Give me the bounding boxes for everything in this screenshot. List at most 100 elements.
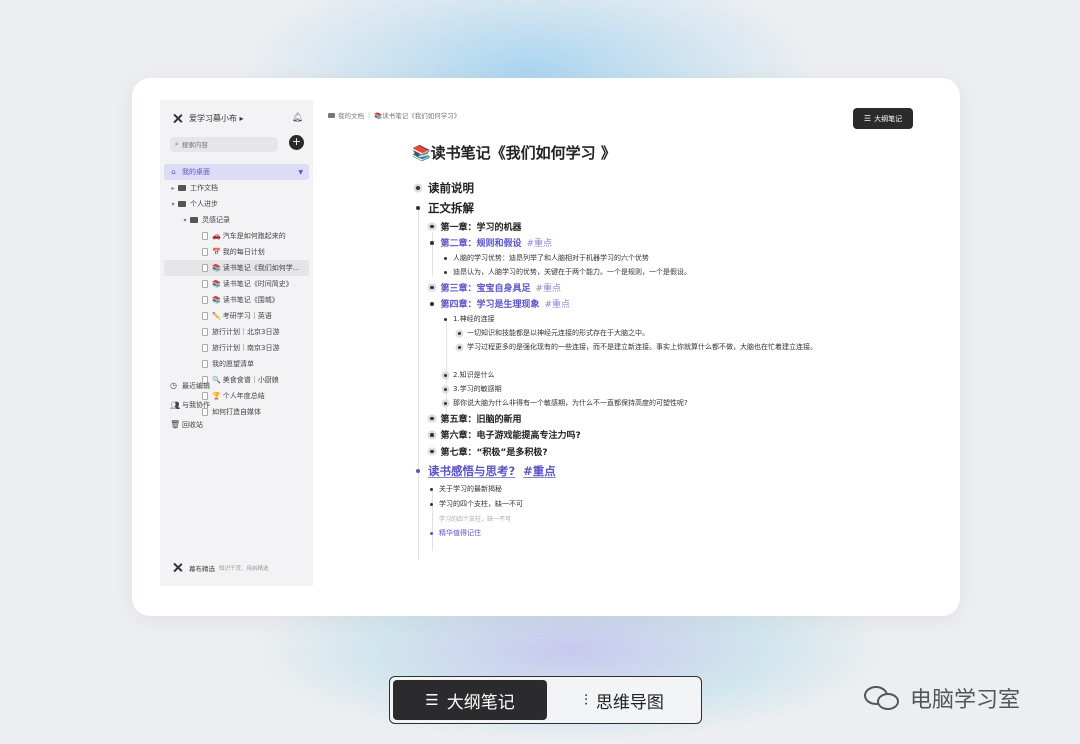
tab-mindmap[interactable]: ⫶ 思维导图 xyxy=(547,677,701,723)
sidebar-item-inspiration[interactable]: ▾ 灵感记录 xyxy=(164,212,309,228)
outline-node[interactable]: 正文拆解 xyxy=(412,198,852,218)
bullet-icon[interactable] xyxy=(458,331,461,335)
outline-text[interactable]: 第六章：电子游戏能提高专注力吗? xyxy=(441,428,581,441)
search-input[interactable] xyxy=(181,140,272,149)
tag-label[interactable]: #重点 xyxy=(527,236,553,249)
bullet-icon[interactable] xyxy=(430,487,433,491)
bullet-icon[interactable] xyxy=(430,416,434,420)
outline-text[interactable]: 第五章：旧脑的新用 xyxy=(441,412,522,425)
outline-text[interactable]: 第七章：“积极”是多积极? xyxy=(441,445,548,458)
sidebar-doc-item[interactable]: 旅行计划｜南京3日游 xyxy=(164,340,309,356)
bullet-icon[interactable] xyxy=(458,346,461,349)
outline-node[interactable]: 精华值得记住 xyxy=(412,526,852,541)
chevron-down-icon[interactable]: ▾ xyxy=(168,201,178,208)
outline-node[interactable]: 迪昂认为，人脑学习的优势，关键在于两个能力。一个是规则，一个是假设。 xyxy=(412,265,852,279)
chevron-down-icon[interactable]: ▾ xyxy=(180,217,190,224)
bullet-icon[interactable] xyxy=(416,468,420,473)
outline-text[interactable]: 第一章：学习的机器 xyxy=(441,220,522,233)
outline-text[interactable]: 读书感悟与思考? xyxy=(428,463,515,479)
sidebar-item-trash[interactable]: 🗑︎ 回收站 xyxy=(170,415,305,435)
outline-text[interactable]: 第二章：规则和假设 xyxy=(441,236,522,249)
outline-note[interactable]: 学习的四个支柱，缺一不可 xyxy=(412,512,852,526)
outline-notes-button[interactable]: ☰ 大纲笔记 xyxy=(853,108,913,129)
outline-node[interactable]: 第三章：宝宝自身具足 #重点 xyxy=(412,279,852,296)
tag-label[interactable]: #重点 xyxy=(536,281,562,294)
add-button[interactable]: + xyxy=(289,135,304,150)
outline-node[interactable]: 第五章：旧脑的新用 xyxy=(412,410,852,427)
tag-label[interactable]: #重点 xyxy=(523,463,556,479)
sidebar-item-recent[interactable]: ◷ 最近编辑 xyxy=(170,376,305,396)
outline-text[interactable]: 关于学习的最新揭秘 xyxy=(439,484,502,494)
chevron-right-icon[interactable]: ▸ xyxy=(168,185,178,192)
bullet-icon[interactable] xyxy=(416,186,420,190)
sidebar-doc-item[interactable]: 我的愿望清单 xyxy=(164,356,309,372)
sidebar-item-shared[interactable]: 👥︎ 与我协作 xyxy=(170,396,305,416)
outline-node[interactable]: 第四章：学习是生理现象 #重点 xyxy=(412,296,852,313)
outline-node[interactable]: 一切知识和技能都是以神经元连接的形式存在于大脑之中。 xyxy=(412,326,852,340)
outline-text[interactable]: 第三章：宝宝自身具足 xyxy=(441,281,531,294)
outline-node[interactable]: 第二章：规则和假设 #重点 xyxy=(412,235,852,252)
sidebar-item-work-docs[interactable]: ▸ 工作文档 xyxy=(164,180,309,196)
search-box[interactable]: ⌕ xyxy=(170,137,278,152)
bullet-icon[interactable] xyxy=(444,401,447,405)
sidebar-doc-item[interactable]: 📚 读书笔记《时间简史》 xyxy=(164,276,309,292)
outline-node[interactable]: 学习过程更多的是强化现有的一些连接，而不是建立新连接。事实上你就算什么都不做，大… xyxy=(412,340,852,368)
sidebar-item-personal-growth[interactable]: ▾ 个人进步 xyxy=(164,196,309,212)
outline-node[interactable]: 第一章：学习的机器 xyxy=(412,218,852,235)
outline-text[interactable]: 正文拆解 xyxy=(428,200,474,216)
bullet-icon[interactable] xyxy=(444,387,447,391)
bell-icon[interactable]: 🔔︎ xyxy=(292,113,303,123)
bullet-icon[interactable] xyxy=(430,449,434,453)
outline-node[interactable]: 3.学习的敏感期 xyxy=(412,382,852,396)
breadcrumb-root[interactable]: 我的文档 xyxy=(338,110,364,120)
bullet-icon[interactable] xyxy=(430,285,434,289)
outline-node[interactable]: 第七章：“积极”是多积极? xyxy=(412,443,852,460)
outline-text[interactable]: 学习的四个支柱，缺一不可 xyxy=(439,499,523,509)
outline-node[interactable]: 人脑的学习优势：迪昂列举了和人脑相对于机器学习的六个优势 xyxy=(412,251,852,265)
outline-text[interactable]: 1.神经的连接 xyxy=(453,314,495,324)
outline-text[interactable]: 第四章：学习是生理现象 xyxy=(441,297,540,310)
sidebar-doc-item[interactable]: 🚗 汽车是如何跑起来的 xyxy=(164,228,309,244)
outline-node[interactable]: 读书感悟与思考? #重点 xyxy=(412,460,852,482)
bullet-icon[interactable] xyxy=(430,302,434,306)
calendar-icon: 📅 xyxy=(212,248,221,256)
outline-text[interactable]: 一切知识和技能都是以神经元连接的形式存在于大脑之中。 xyxy=(467,328,649,338)
workspace-name[interactable]: 爱学习幕小布 ▸ xyxy=(189,113,292,124)
outline-text[interactable]: 精华值得记住 xyxy=(439,528,481,538)
bullet-icon[interactable] xyxy=(430,241,434,245)
bullet-icon[interactable] xyxy=(444,317,447,321)
sidebar-footer[interactable]: 幕布精选 知识干货、用启精选 xyxy=(172,562,269,573)
outline-node[interactable]: 那你说大脑为什么非得有一个敏感期，为什么不一直都保持高度的可塑性呢? xyxy=(412,396,852,410)
bullet-icon[interactable] xyxy=(430,531,433,535)
outline-text[interactable]: 学习过程更多的是强化现有的一些连接，而不是建立新连接。事实上你就算什么都不做，大… xyxy=(467,340,847,354)
sidebar-doc-item[interactable]: 旅行计划｜北京3日游 xyxy=(164,324,309,340)
sidebar-doc-item[interactable]: 📚 读书笔记《围城》 xyxy=(164,292,309,308)
tag-label[interactable]: #重点 xyxy=(545,297,571,310)
tab-outline-notes[interactable]: ☰ 大纲笔记 xyxy=(393,680,547,720)
chevron-down-icon[interactable]: ▼ xyxy=(298,169,303,176)
outline-node[interactable]: 第六章：电子游戏能提高专注力吗? xyxy=(412,427,852,444)
outline-node[interactable]: 2.知识是什么 xyxy=(412,368,852,382)
bullet-icon[interactable] xyxy=(430,224,434,228)
outline-node[interactable]: 学习的四个支柱，缺一不可 xyxy=(412,497,852,512)
outline-text[interactable]: 读前说明 xyxy=(428,180,474,196)
outline-node[interactable]: 读前说明 xyxy=(412,178,852,198)
outline-text[interactable]: 迪昂认为，人脑学习的优势，关键在于两个能力。一个是规则，一个是假设。 xyxy=(453,267,691,277)
bullet-icon[interactable] xyxy=(416,206,420,210)
outline-node[interactable]: 关于学习的最新揭秘 xyxy=(412,482,852,497)
bullet-icon[interactable] xyxy=(430,433,434,437)
outline-text[interactable]: 3.学习的敏感期 xyxy=(453,384,502,394)
bullet-icon[interactable] xyxy=(444,256,447,260)
outline-text[interactable]: 人脑的学习优势：迪昂列举了和人脑相对于机器学习的六个优势 xyxy=(453,253,649,263)
bullet-icon[interactable] xyxy=(444,373,447,377)
sidebar-doc-item-current[interactable]: 📚 读书笔记《我们如何学... xyxy=(164,260,309,276)
doc-title[interactable]: 📚读书笔记《我们如何学习 》 xyxy=(412,142,616,163)
bullet-icon[interactable] xyxy=(444,270,447,274)
bullet-icon[interactable] xyxy=(430,502,433,506)
outline-text[interactable]: 2.知识是什么 xyxy=(453,370,495,380)
outline-text[interactable]: 那你说大脑为什么非得有一个敏感期，为什么不一直都保持高度的可塑性呢? xyxy=(453,398,688,408)
outline-node[interactable]: 1.神经的连接 xyxy=(412,312,852,326)
sidebar-item-desktop[interactable]: ⌂ 我的桌面 ▼ xyxy=(164,164,309,180)
sidebar-doc-item[interactable]: ✏️ 考研学习｜英语 xyxy=(164,308,309,324)
sidebar-doc-item[interactable]: 📅 我的每日计划 xyxy=(164,244,309,260)
